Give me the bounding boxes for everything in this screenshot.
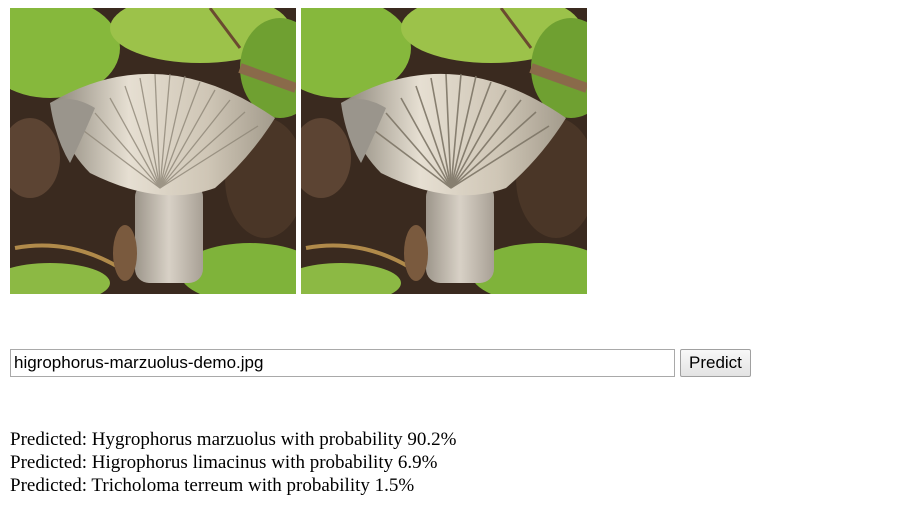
prediction-results: Predicted: Hygrophorus marzuolus with pr… (10, 428, 456, 497)
prediction-line: Predicted: Tricholoma terreum with proba… (10, 475, 415, 496)
file-name-input[interactable]: higrophorus-marzuolus-demo.jpg (10, 349, 675, 377)
prediction-line: Predicted: Hygrophorus marzuolus with pr… (10, 429, 457, 450)
prediction-line: Predicted: Higrophorus limacinus with pr… (10, 452, 438, 473)
mushroom-image-original (10, 8, 296, 294)
mushroom-photo-icon (301, 8, 587, 294)
image-row (10, 8, 587, 294)
mushroom-photo-icon (10, 8, 296, 294)
mushroom-image-processed (301, 8, 587, 294)
upload-form: higrophorus-marzuolus-demo.jpg Predict (10, 349, 751, 377)
predict-button[interactable]: Predict (680, 349, 751, 377)
